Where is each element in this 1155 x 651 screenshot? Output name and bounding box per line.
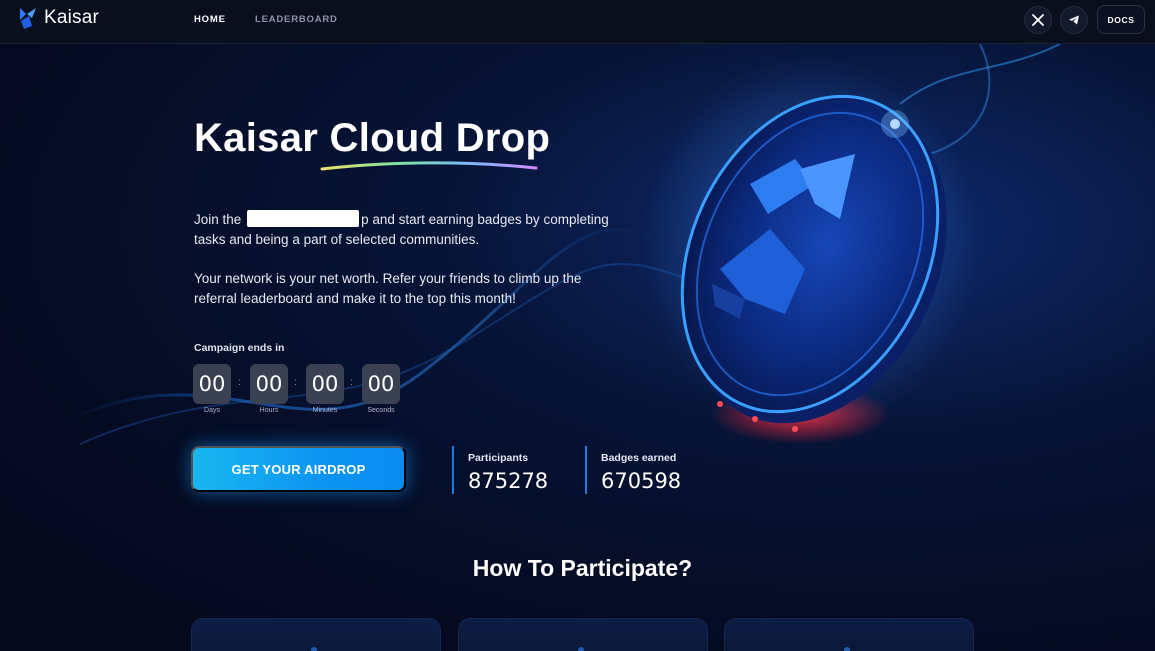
participants-label: Participants — [468, 452, 529, 464]
participants-stat: Participants 875278 — [452, 446, 548, 494]
intro-text-start: Join the — [194, 212, 242, 227]
countdown-separator: : — [350, 377, 353, 388]
telegram-social-button[interactable] — [1060, 6, 1088, 34]
countdown-seconds-label: Seconds — [367, 407, 395, 414]
nav-leaderboard-link[interactable]: LEADERBOARD — [255, 14, 338, 25]
countdown-days-label: Days — [204, 407, 220, 414]
countdown-minutes: 00 — [306, 364, 344, 404]
docs-button[interactable]: DOCS — [1097, 5, 1145, 34]
telegram-icon — [1069, 15, 1079, 25]
countdown-hours: 00 — [250, 364, 288, 404]
countdown-seconds: 00 — [362, 364, 400, 404]
participate-step-card — [191, 618, 441, 651]
countdown-minutes-label: Minutes — [312, 407, 338, 414]
badges-earned-value: 670598 — [601, 469, 682, 493]
campaign-ends-label: Campaign ends in — [194, 342, 285, 354]
countdown-hours-label: Hours — [259, 407, 279, 414]
countdown-separator: : — [294, 377, 297, 388]
x-social-button[interactable] — [1024, 6, 1052, 34]
redacted-text — [247, 210, 360, 227]
kaisar-logo-icon — [20, 8, 36, 29]
nav-home-link[interactable]: HOME — [194, 14, 226, 25]
card-icon — [311, 647, 317, 651]
how-to-participate-heading: How To Participate? — [472, 555, 693, 581]
x-icon — [1032, 14, 1044, 26]
card-icon — [578, 647, 584, 651]
get-airdrop-button[interactable]: GET YOUR AIRDROP — [191, 446, 406, 492]
hero-paragraph-referral: Your network is your net worth. Refer yo… — [194, 271, 582, 306]
brand-logo[interactable]: Kaisar — [18, 6, 99, 30]
countdown-days: 00 — [193, 364, 231, 404]
participants-value: 875278 — [468, 469, 549, 493]
title-underline-decoration — [320, 161, 538, 171]
hero-title: Kaisar Cloud Drop — [194, 116, 551, 160]
kaisar-coin-illustration — [640, 54, 980, 444]
brand-name: Kaisar — [44, 7, 100, 28]
participate-step-card — [724, 618, 974, 651]
countdown-separator: : — [238, 377, 241, 388]
hero-paragraph-intro: Join the p and start earning badges by c… — [194, 210, 614, 250]
card-icon — [844, 647, 850, 651]
top-navbar: Kaisar HOME LEADERBOARD DOCS — [0, 0, 1155, 44]
participate-step-card — [458, 618, 708, 651]
